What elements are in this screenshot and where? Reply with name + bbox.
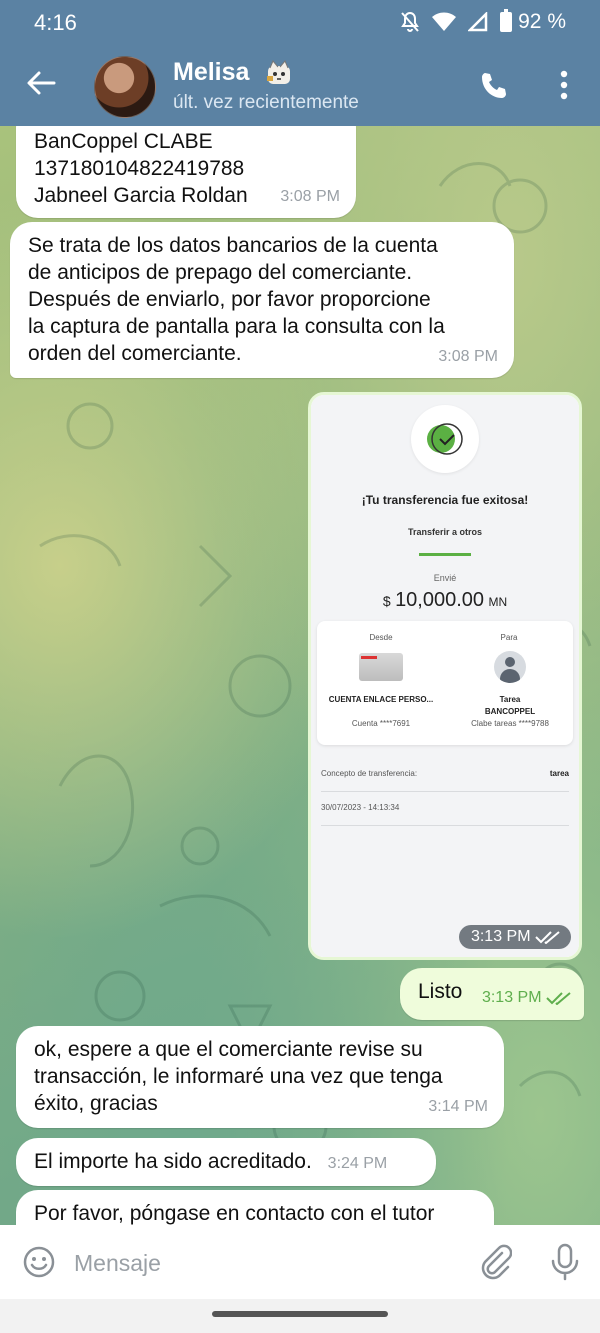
incoming-message[interactable]: ok, espere a que el comerciante revise s… [16, 1026, 504, 1128]
currency-symbol: $ [382, 593, 391, 609]
chat-header: Melisa últ. vez recientemente [0, 46, 600, 126]
receipt-tab-indicator [419, 553, 471, 556]
bank-card-icon [359, 653, 403, 681]
concept-row: Concepto de transferencia: tarea [321, 769, 569, 778]
message-input-bar [0, 1225, 600, 1299]
status-icons: 92 % [400, 9, 566, 34]
success-check-icon [411, 405, 479, 473]
concept-label: Concepto de transferencia: [321, 769, 418, 778]
currency-code: MN [488, 595, 508, 609]
to-bank: BANCOPPEL [484, 707, 536, 716]
emoji-icon[interactable] [22, 1245, 56, 1279]
from-label: Desde [369, 633, 393, 642]
status-time: 4:16 [34, 10, 77, 35]
receipt-subtitle: Transferir a otros [407, 527, 483, 537]
home-gesture-bar[interactable] [212, 1311, 388, 1317]
from-account-name: CUENTA ENLACE PERSO... [328, 695, 434, 704]
datetime-row: 30/07/2023 - 14:13:34 [321, 803, 569, 812]
status-bar: 4:16 92 % [0, 0, 600, 46]
message-text: El importe ha sido acreditado. [34, 1150, 312, 1173]
wifi-icon [432, 12, 457, 31]
to-name: Tarea [499, 695, 521, 704]
chat-area[interactable]: BanCoppel CLABE 137180104822419788 Jabne… [0, 126, 600, 1225]
message-text: transacción, le informaré una vez que te… [34, 1065, 443, 1088]
to-clabe: Clabe tareas ****9788 [471, 719, 549, 728]
message-input[interactable] [72, 1241, 456, 1285]
receipt-accounts-card: Desde Para CUENTA ENLACE PERSO... Tarea … [317, 621, 573, 745]
receipt-sent-label: Envié [433, 573, 457, 583]
double-check-icon [546, 992, 571, 1006]
microphone-icon[interactable] [550, 1243, 580, 1281]
incoming-message[interactable]: Por favor, póngase en contacto con el tu… [16, 1190, 494, 1225]
more-vert-icon[interactable] [554, 68, 574, 102]
cat-emoji-icon [267, 60, 290, 84]
message-text: Por favor, póngase en contacto con el tu… [34, 1202, 435, 1225]
incoming-message[interactable]: BanCoppel CLABE 137180104822419788 Jabne… [16, 126, 356, 218]
message-time: 3:08 PM [280, 188, 340, 205]
avatar[interactable] [94, 56, 156, 118]
message-text: 137180104822419788 [34, 157, 245, 180]
message-text: de anticipos de prepago del comerciante. [28, 261, 413, 284]
message-text: Después de enviarlo, por favor proporcio… [28, 288, 431, 311]
receipt-amount: $ 10,000.00 MN [311, 589, 579, 612]
receipt-title: ¡Tu transferencia fue exitosa! [361, 493, 529, 507]
divider [321, 791, 569, 792]
message-time: 3:24 PM [327, 1155, 388, 1172]
system-nav-bar [0, 1299, 600, 1333]
transfer-receipt-image: ¡Tu transferencia fue exitosa! Transferi… [311, 395, 579, 957]
message-text: Se trata de los datos bancarios de la cu… [28, 234, 438, 257]
concept-value: tarea [549, 769, 569, 778]
phone-icon[interactable] [478, 70, 510, 102]
message-time: 3:14 PM [428, 1098, 488, 1115]
message-time: 3:08 PM [438, 348, 498, 365]
incoming-message[interactable]: El importe ha sido acreditado. 3:24 PM [16, 1138, 436, 1186]
attach-icon[interactable] [478, 1243, 512, 1281]
message-text: éxito, gracias [34, 1092, 158, 1115]
recipient-avatar-icon [494, 651, 526, 683]
message-text: ok, espere a que el comerciante revise s… [34, 1038, 423, 1061]
message-text: la captura de pantalla para la consulta … [28, 315, 445, 338]
message-time: 3:13 PM [470, 928, 531, 945]
contact-status: últ. vez recientemente [173, 92, 359, 113]
back-arrow-icon[interactable] [24, 66, 58, 100]
amount-value: 10,000.00 [395, 589, 485, 611]
incoming-message[interactable]: Se trata de los datos bancarios de la cu… [10, 222, 514, 378]
battery-icon [500, 9, 513, 32]
to-label: Para [500, 633, 518, 642]
signal-icon [468, 12, 488, 32]
double-check-icon [535, 931, 560, 945]
notifications-off-icon [401, 11, 419, 32]
message-text: orden del comerciante. [28, 342, 242, 365]
from-account-number: Cuenta ****7691 [351, 719, 411, 728]
battery-level: 92 % [518, 10, 566, 33]
message-time-wrap: 3:13 PM [482, 984, 572, 1011]
message-time: 3:13 PM [481, 989, 542, 1006]
contact-name[interactable]: Melisa [173, 58, 249, 87]
transfer-datetime: 30/07/2023 - 14:13:34 [321, 803, 400, 812]
outgoing-message[interactable]: Listo 3:13 PM [400, 968, 584, 1020]
message-text: BanCoppel CLABE [34, 130, 213, 153]
image-time-badge: 3:13 PM [458, 925, 571, 949]
divider [321, 825, 569, 826]
outgoing-image-message[interactable]: ¡Tu transferencia fue exitosa! Transferi… [308, 392, 582, 960]
